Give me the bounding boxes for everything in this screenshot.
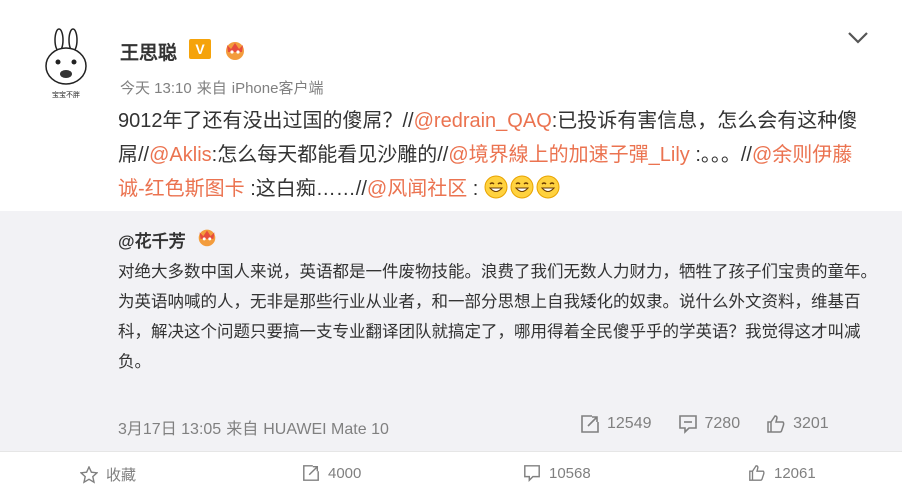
like-icon	[749, 465, 765, 481]
chevron-down-icon[interactable]	[846, 30, 870, 46]
verified-v-icon: V	[189, 39, 211, 59]
repost-icon	[581, 415, 599, 433]
author-name[interactable]: 王思聪	[120, 38, 177, 65]
repost-actions: 12549 7280 3201	[580, 409, 829, 439]
bottom-like-button[interactable]: 12061	[748, 464, 816, 482]
bottom-comment-count: 10568	[549, 464, 591, 482]
repost-box: @花千芳 对绝大多数中国人来说，英语都是一件废物技能。浪费了我们无数人力财力，牺…	[0, 211, 902, 451]
source-prefix: 来自	[196, 80, 227, 97]
member-crown-icon	[198, 229, 216, 247]
post-source[interactable]: iPhone客户端	[232, 80, 324, 97]
grin-emoji-icon	[484, 175, 508, 199]
post-text: 9012年了还有没出过国的傻屌？//@redrain_QAQ:已投诉有害信息，怎…	[118, 110, 858, 200]
comment-icon	[524, 465, 540, 482]
grin-emoji-icon	[536, 175, 560, 199]
bottom-repost-count: 4000	[328, 464, 362, 482]
mention-link[interactable]: @风闻社区	[367, 178, 467, 200]
like-count: 3201	[793, 415, 829, 432]
repost-meta: 3月17日 13:05 来自 HUAWEI Mate 10	[118, 415, 394, 439]
post-time[interactable]: 今天 13:10	[120, 80, 192, 97]
grin-emoji-icon	[510, 175, 534, 199]
repost-time[interactable]: 3月17日 13:05	[118, 421, 221, 438]
mention-link[interactable]: @Aklis	[149, 144, 212, 166]
repost-paragraph: 为英语呐喊的人，无非是那些行业从业者，和一部分思想上自我矮化的奴隶。说什么外文资…	[118, 293, 861, 371]
weibo-post-card: 宝宝不胖 王思聪 V 今天 13:10 来自 iPhone客户端 9012年了还有没…	[0, 0, 902, 484]
bottom-repost-button[interactable]: 4000	[302, 464, 361, 482]
comment-count: 7280	[704, 415, 741, 432]
bottom-comment-button[interactable]: 10568	[523, 464, 591, 482]
mention-link[interactable]: @redrain_QAQ	[414, 110, 552, 132]
comment-icon	[678, 415, 697, 434]
favorite-icon	[80, 465, 98, 484]
repost-source-prefix: 来自	[226, 421, 259, 438]
repost-like-button[interactable]: 3201	[766, 414, 829, 434]
like-icon	[767, 415, 785, 433]
favorite-button[interactable]: 收藏	[80, 464, 136, 485]
repost-author[interactable]: @花千芳	[118, 227, 186, 252]
repost-text: 对绝大多数中国人来说，英语都是一件废物技能。浪费了我们无数人力财力，牺牲了孩子们…	[118, 257, 878, 377]
repost-icon	[303, 465, 319, 481]
repost-count: 12549	[607, 415, 652, 432]
member-crown-icon	[226, 42, 244, 60]
bottom-action-bar: 收藏 4000 10568 12061	[0, 451, 902, 484]
repost-source[interactable]: HUAWEI Mate 10	[263, 421, 389, 438]
avatar[interactable]: 宝宝不胖	[38, 28, 94, 100]
repost-repost-button[interactable]: 12549	[580, 414, 652, 434]
favorite-label: 收藏	[106, 467, 137, 484]
mention-link[interactable]: @境界線上的加速子彈_Lily	[448, 144, 689, 166]
post-meta: 今天 13:10 来自 iPhone客户端	[120, 77, 328, 98]
bottom-like-count: 12061	[774, 464, 816, 482]
repost-comment-button[interactable]: 7280	[678, 414, 741, 434]
repost-paragraph: 对绝大多数中国人来说，英语都是一件废物技能。浪费了我们无数人力财力，牺牲了孩子们…	[118, 263, 877, 281]
avatar-caption: 宝宝不胖	[52, 90, 80, 99]
